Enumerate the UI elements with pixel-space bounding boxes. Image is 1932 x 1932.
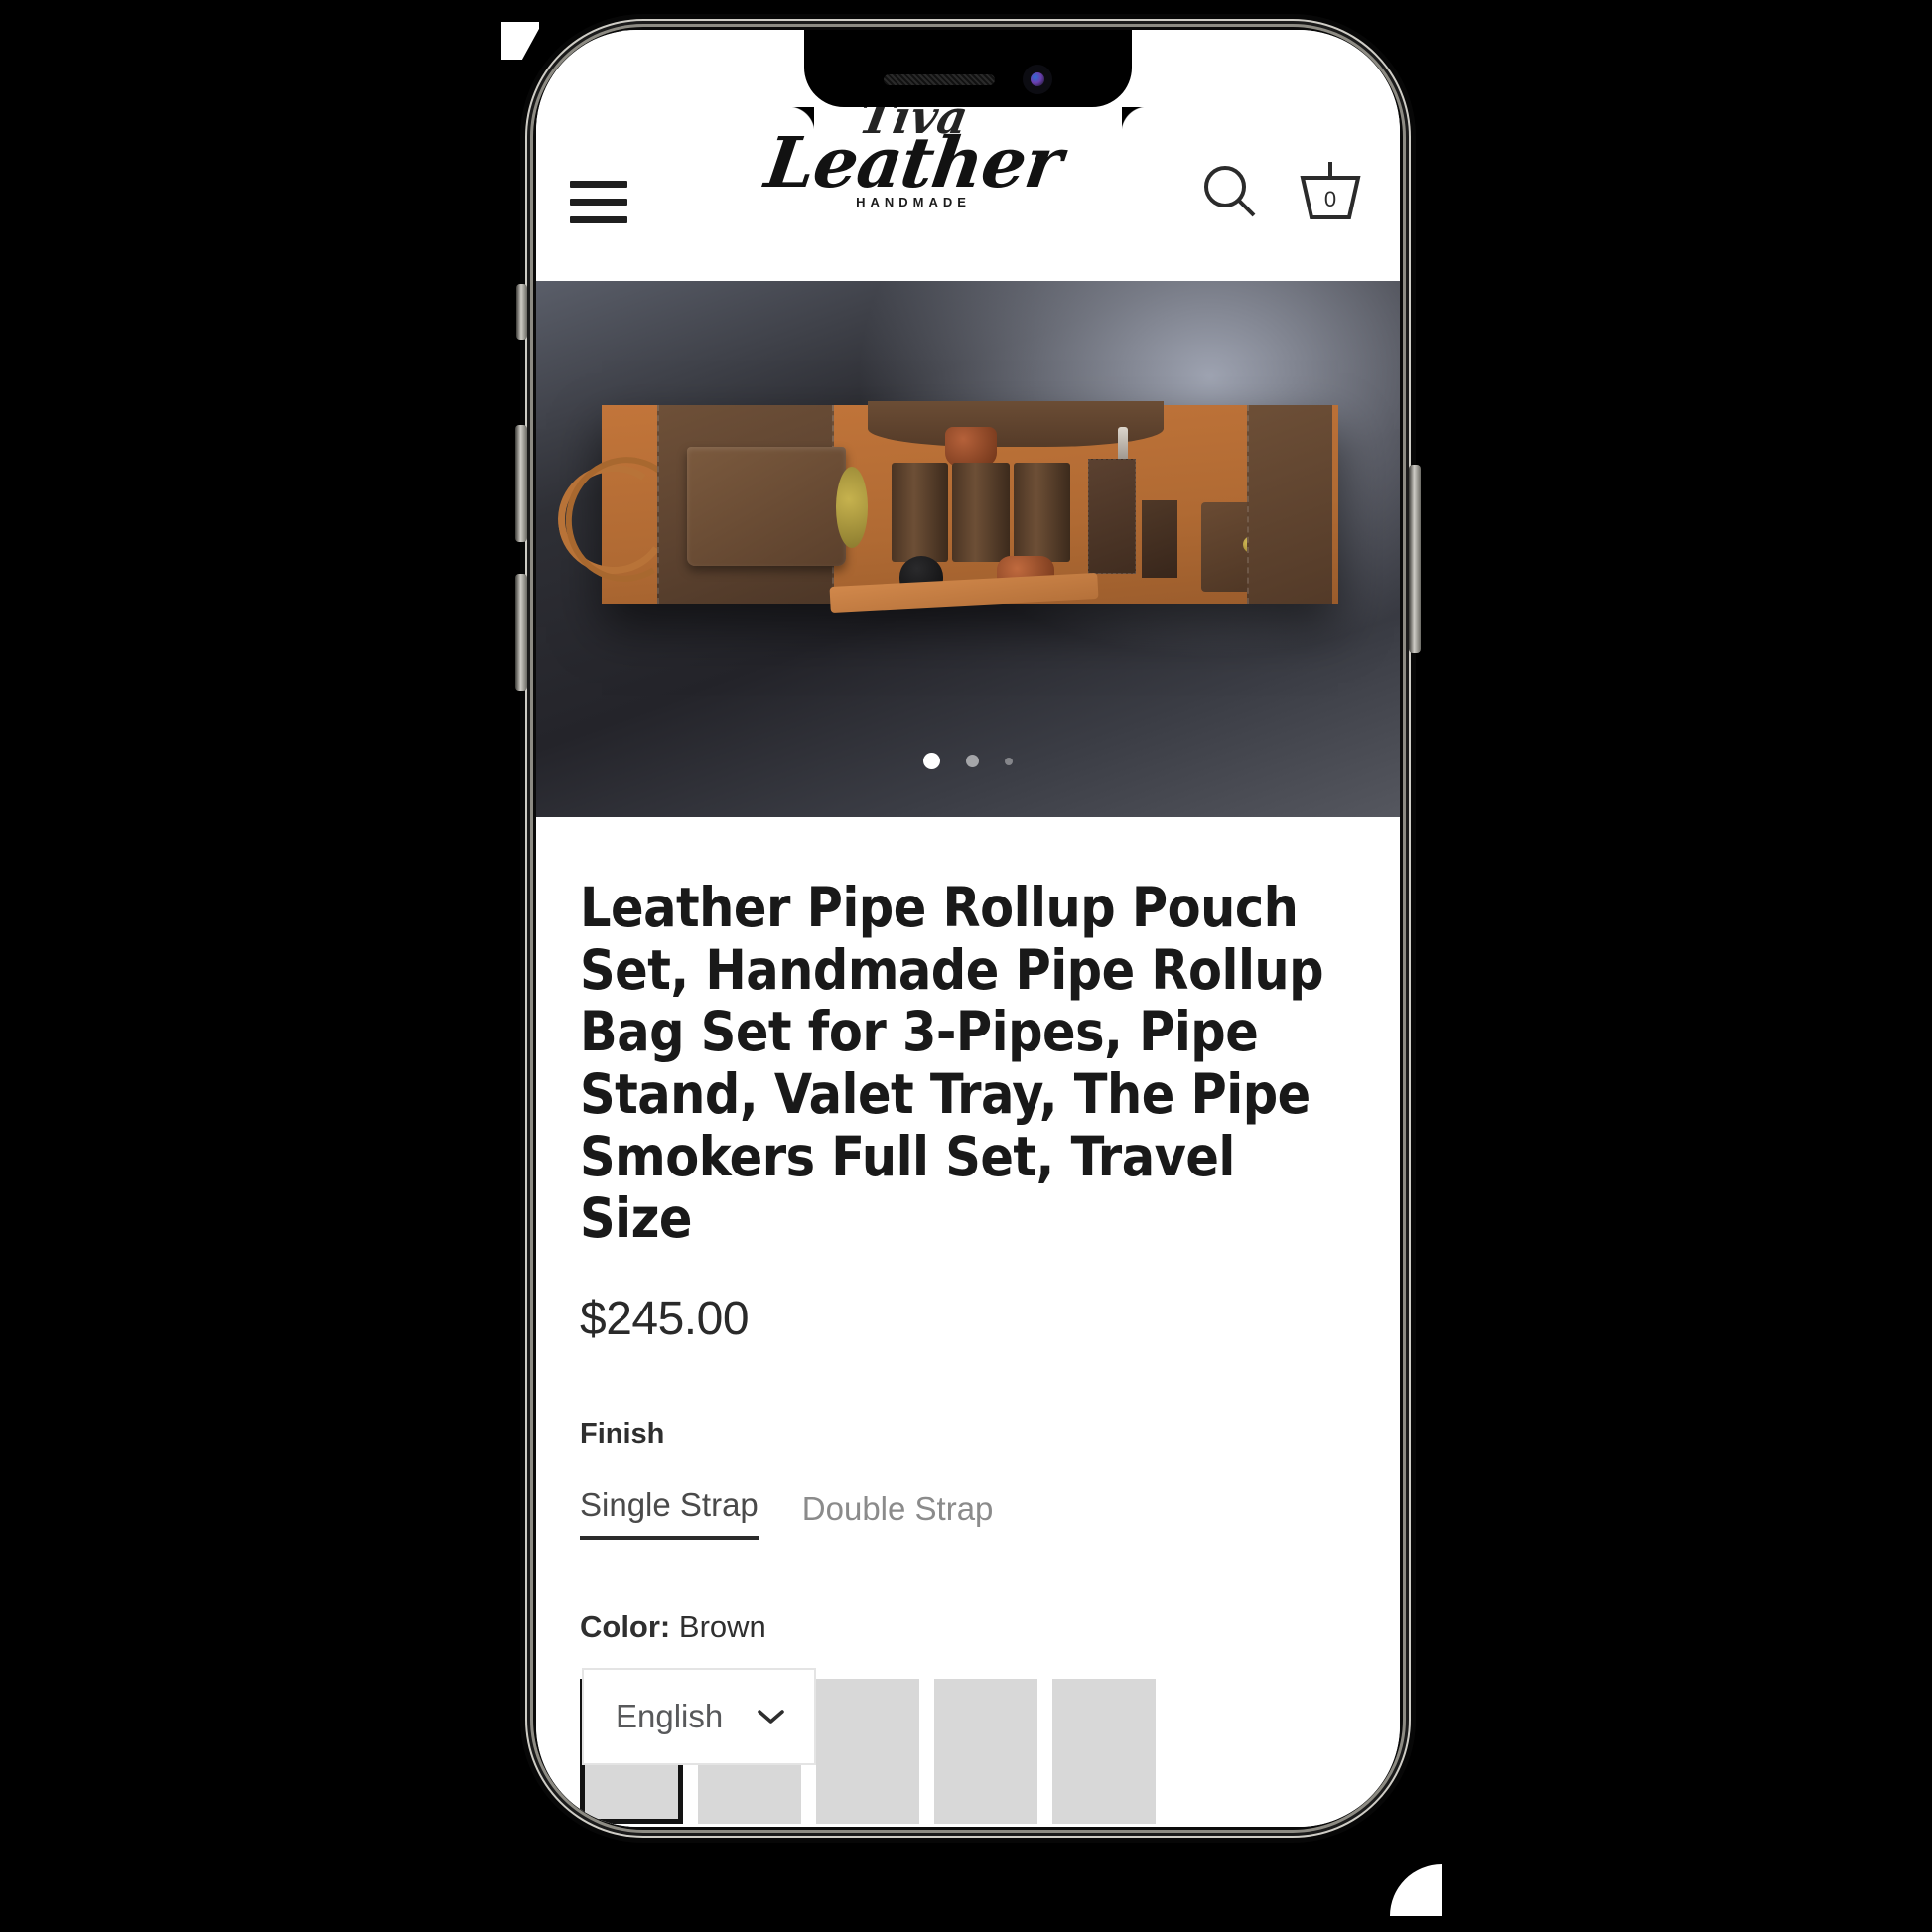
valet-tray (829, 572, 1099, 614)
hamburger-bar (570, 216, 627, 223)
phone-mockup-frame: Tiva Leather HANDMADE 0 Leather Pipe Rol… (515, 30, 1421, 1827)
corner-artifact-bottom-right (1390, 1864, 1442, 1916)
cart-item-count: 0 (1323, 187, 1337, 211)
language-selector[interactable]: English (582, 1668, 816, 1765)
store-logo[interactable]: Tiva Leather HANDMADE (627, 90, 1199, 209)
carousel-pagination-dots (536, 753, 1400, 769)
tool-sleeve-2 (1142, 500, 1177, 578)
language-selector-value: English (616, 1698, 724, 1734)
color-selected-value: Brown (678, 1609, 766, 1645)
volume-down-button[interactable] (515, 574, 527, 691)
power-button[interactable] (1409, 465, 1421, 653)
mute-switch-button[interactable] (516, 284, 527, 340)
product-image-carousel[interactable] (536, 281, 1400, 817)
phone-screen: Tiva Leather HANDMADE 0 Leather Pipe Rol… (536, 30, 1400, 1827)
color-option-label: Color: Brown (580, 1609, 1356, 1645)
logo-script: Leather (759, 120, 1067, 204)
color-swatch-3[interactable] (816, 1679, 919, 1825)
color-label-text: Color: (580, 1609, 671, 1645)
pipe-sleeve (1013, 463, 1070, 562)
hamburger-bar (570, 181, 627, 188)
hamburger-bar (570, 199, 627, 206)
pipe-sleeve-cluster (892, 463, 1070, 562)
right-flap (1247, 405, 1332, 604)
front-camera-icon (1023, 65, 1052, 94)
brass-detail (836, 467, 868, 548)
tool-sleeve (1088, 459, 1136, 574)
carousel-dot-2[interactable] (966, 755, 979, 767)
product-photo-leather-rollup (549, 401, 1338, 614)
color-swatch-5[interactable] (1052, 1679, 1156, 1825)
finish-option-double-strap[interactable]: Double Strap (802, 1490, 994, 1540)
carousel-dot-1[interactable] (923, 753, 940, 769)
tobacco-pouch (687, 447, 846, 566)
pipe-sleeve (952, 463, 1010, 562)
color-swatch-4[interactable] (934, 1679, 1037, 1825)
screenshot-canvas: Tiva Leather HANDMADE 0 Leather Pipe Rol… (0, 0, 1932, 1932)
earpiece-speaker-icon (884, 73, 995, 85)
notch-fillet-right (1122, 107, 1148, 133)
carousel-dot-3[interactable] (1005, 757, 1013, 765)
volume-up-button[interactable] (515, 425, 527, 542)
finish-option-label: Finish (580, 1418, 665, 1450)
corner-artifact-top-left (501, 22, 539, 60)
finish-option-group: Single Strap Double Strap (580, 1486, 1356, 1541)
search-icon[interactable] (1199, 161, 1261, 222)
cart-button[interactable]: 0 (1295, 160, 1366, 223)
device-notch (804, 30, 1132, 107)
pipe-sleeve (892, 463, 949, 562)
product-price: $245.00 (580, 1293, 750, 1346)
notch-fillet-left (788, 107, 814, 133)
finish-option-single-strap[interactable]: Single Strap (580, 1486, 759, 1541)
pipe-bowl-upper (945, 427, 997, 467)
hamburger-menu-icon[interactable] (570, 181, 627, 223)
product-title: Leather Pipe Rollup Pouch Set, Handmade … (580, 876, 1324, 1251)
chevron-down-icon (758, 1710, 784, 1724)
header-actions: 0 (1199, 160, 1366, 223)
